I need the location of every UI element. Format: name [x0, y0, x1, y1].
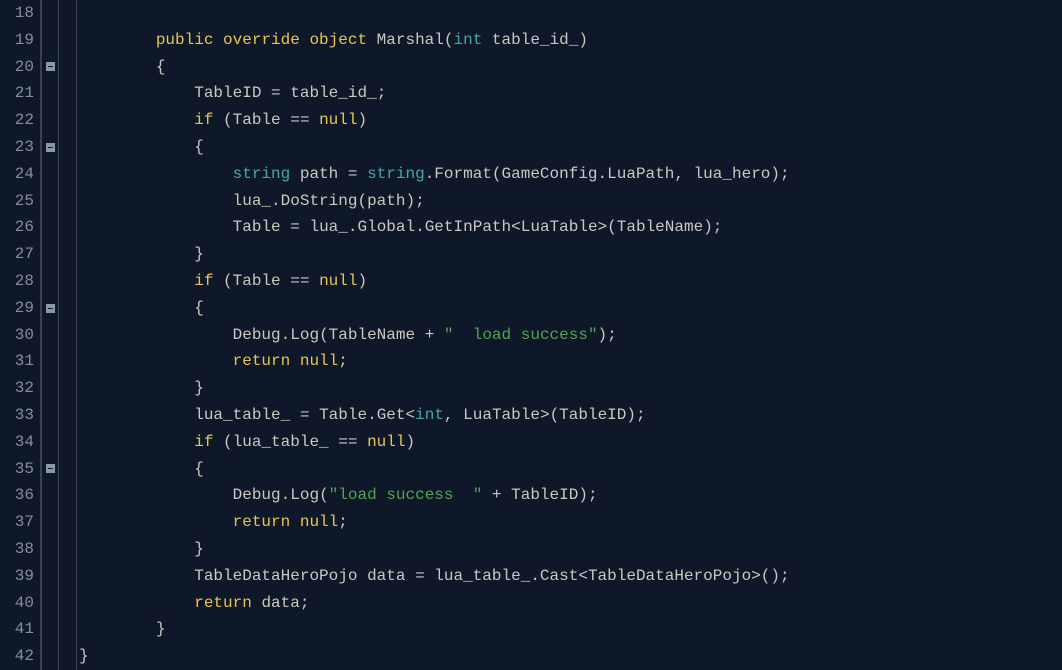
fold-cell — [42, 268, 58, 295]
line-number[interactable]: 37 — [2, 509, 34, 536]
fold-cell — [42, 563, 58, 590]
fold-cell — [42, 348, 58, 375]
fold-cell[interactable] — [42, 295, 58, 322]
fold-cell — [42, 509, 58, 536]
fold-cell — [42, 375, 58, 402]
code-line-40[interactable]: return data; — [79, 590, 1062, 617]
fold-cell — [42, 616, 58, 643]
line-number[interactable]: 24 — [2, 161, 34, 188]
line-number[interactable]: 27 — [2, 241, 34, 268]
fold-cell — [42, 80, 58, 107]
code-line-30[interactable]: Debug.Log(TableName + " load success"); — [79, 322, 1062, 349]
line-number[interactable]: 19 — [2, 27, 34, 54]
code-line-20[interactable]: { — [79, 54, 1062, 81]
line-number[interactable]: 40 — [2, 590, 34, 617]
code-line-33[interactable]: lua_table_ = Table.Get<int, LuaTable>(Ta… — [79, 402, 1062, 429]
fold-cell — [42, 27, 58, 54]
code-line-22[interactable]: if (Table == null) — [79, 107, 1062, 134]
line-number[interactable]: 36 — [2, 482, 34, 509]
line-number[interactable]: 42 — [2, 643, 34, 670]
margin-column — [59, 0, 77, 670]
code-line-26[interactable]: Table = lua_.Global.GetInPath<LuaTable>(… — [79, 214, 1062, 241]
fold-cell — [42, 482, 58, 509]
line-number[interactable]: 18 — [2, 0, 34, 27]
line-number[interactable]: 41 — [2, 616, 34, 643]
fold-cell — [42, 429, 58, 456]
code-line-34[interactable]: if (lua_table_ == null) — [79, 429, 1062, 456]
line-number[interactable]: 33 — [2, 402, 34, 429]
editor-gutter: 18 19 20 21 22 23 24 25 26 27 28 29 30 3… — [0, 0, 41, 670]
fold-cell — [42, 214, 58, 241]
code-line-42[interactable]: } — [79, 643, 1062, 670]
line-number[interactable]: 38 — [2, 536, 34, 563]
fold-cell[interactable] — [42, 54, 58, 81]
line-number[interactable]: 23 — [2, 134, 34, 161]
line-number[interactable]: 20 — [2, 54, 34, 81]
fold-column — [41, 0, 59, 670]
fold-collapse-icon[interactable] — [46, 143, 55, 152]
code-line-31[interactable]: return null; — [79, 348, 1062, 375]
code-line-29[interactable]: { — [79, 295, 1062, 322]
code-line-36[interactable]: Debug.Log("load success " + TableID); — [79, 482, 1062, 509]
line-number[interactable]: 21 — [2, 80, 34, 107]
fold-cell — [42, 322, 58, 349]
code-line-24[interactable]: string path = string.Format(GameConfig.L… — [79, 161, 1062, 188]
code-line-39[interactable]: TableDataHeroPojo data = lua_table_.Cast… — [79, 563, 1062, 590]
fold-cell — [42, 241, 58, 268]
code-line-28[interactable]: if (Table == null) — [79, 268, 1062, 295]
fold-collapse-icon[interactable] — [46, 464, 55, 473]
fold-cell — [42, 643, 58, 670]
fold-collapse-icon[interactable] — [46, 304, 55, 313]
code-line-23[interactable]: { — [79, 134, 1062, 161]
fold-cell — [42, 188, 58, 215]
fold-cell[interactable] — [42, 134, 58, 161]
line-number[interactable]: 30 — [2, 322, 34, 349]
code-line-41[interactable]: } — [79, 616, 1062, 643]
fold-cell — [42, 161, 58, 188]
code-line-27[interactable]: } — [79, 241, 1062, 268]
code-line-37[interactable]: return null; — [79, 509, 1062, 536]
code-area[interactable]: public override object Marshal(int table… — [77, 0, 1062, 670]
line-number[interactable]: 39 — [2, 563, 34, 590]
fold-cell[interactable] — [42, 456, 58, 483]
line-number[interactable]: 25 — [2, 188, 34, 215]
line-number[interactable]: 35 — [2, 456, 34, 483]
code-line-38[interactable]: } — [79, 536, 1062, 563]
code-line-32[interactable]: } — [79, 375, 1062, 402]
line-number[interactable]: 31 — [2, 348, 34, 375]
line-number[interactable]: 34 — [2, 429, 34, 456]
line-number[interactable]: 26 — [2, 214, 34, 241]
fold-cell — [42, 402, 58, 429]
line-number[interactable]: 29 — [2, 295, 34, 322]
code-line-35[interactable]: { — [79, 456, 1062, 483]
line-number[interactable]: 22 — [2, 107, 34, 134]
fold-cell — [42, 536, 58, 563]
line-number[interactable]: 32 — [2, 375, 34, 402]
code-line-25[interactable]: lua_.DoString(path); — [79, 188, 1062, 215]
code-line-18[interactable] — [79, 0, 1062, 27]
fold-cell — [42, 590, 58, 617]
line-number[interactable]: 28 — [2, 268, 34, 295]
fold-cell — [42, 0, 58, 27]
code-line-21[interactable]: TableID = table_id_; — [79, 80, 1062, 107]
fold-cell — [42, 107, 58, 134]
fold-collapse-icon[interactable] — [46, 62, 55, 71]
code-line-19[interactable]: public override object Marshal(int table… — [79, 27, 1062, 54]
line-number-column: 18 19 20 21 22 23 24 25 26 27 28 29 30 3… — [0, 0, 40, 670]
